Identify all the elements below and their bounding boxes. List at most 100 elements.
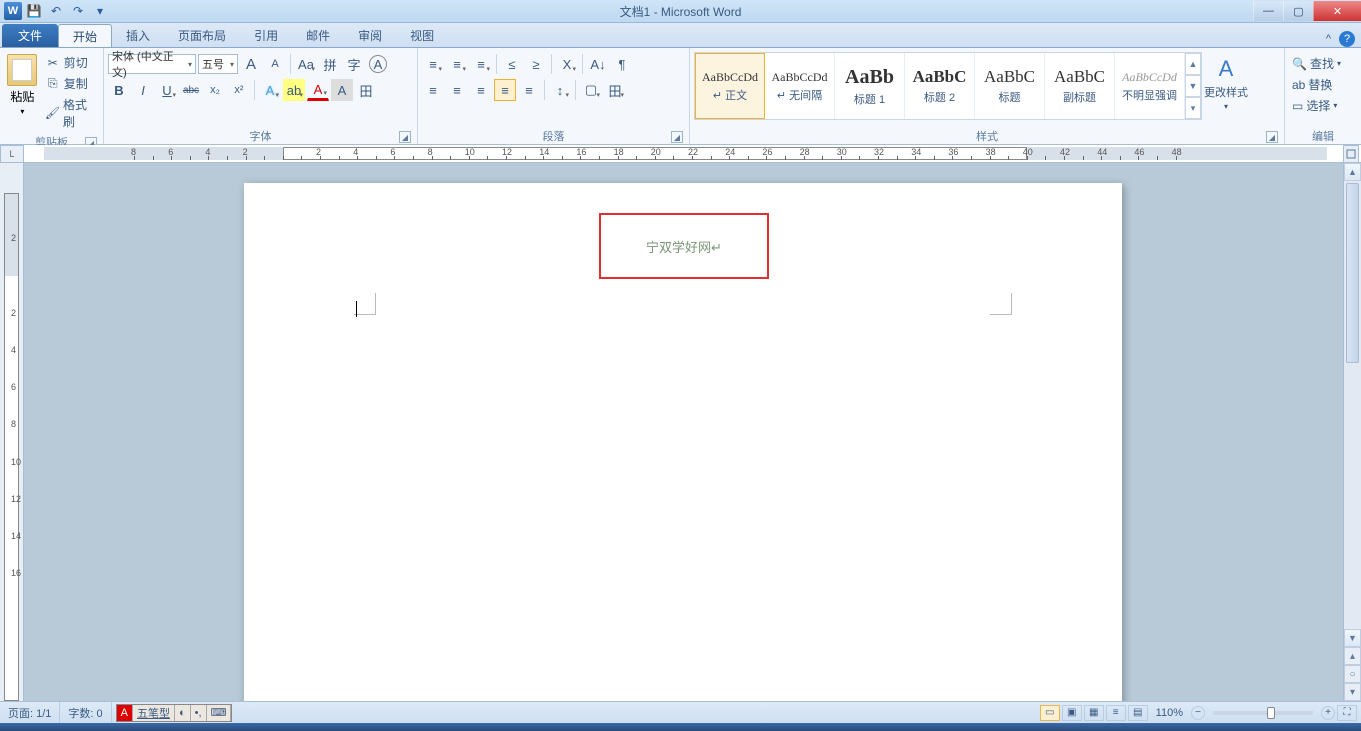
increase-indent-button[interactable]: ≥ <box>525 53 547 75</box>
view-full-screen[interactable]: ▣ <box>1062 705 1082 721</box>
paste-button[interactable]: 粘贴 ▾ <box>4 50 41 116</box>
styles-scroll-up[interactable]: ▲ <box>1185 53 1201 75</box>
find-button[interactable]: 🔍查找▾ <box>1289 54 1344 73</box>
ime-name[interactable]: 五笔型 <box>133 705 175 721</box>
show-marks-button[interactable]: ¶ <box>611 53 633 75</box>
style-title[interactable]: AaBbC标题 <box>975 53 1045 119</box>
close-button[interactable]: ✕ <box>1313 1 1361 21</box>
shading-button[interactable]: ▢▾ <box>580 79 602 101</box>
shrink-font-button[interactable]: A <box>264 53 286 75</box>
minimize-button[interactable]: — <box>1253 1 1283 21</box>
multilevel-list-button[interactable]: ≡▾ <box>470 53 492 75</box>
change-case-button[interactable]: Aa▾ <box>295 53 317 75</box>
zoom-fit-button[interactable]: ⛶ <box>1337 705 1357 721</box>
scroll-track[interactable] <box>1344 181 1361 629</box>
bold-button[interactable]: B <box>108 79 130 101</box>
tab-file[interactable]: 文件 <box>2 24 58 47</box>
grow-font-button[interactable]: A <box>240 53 262 75</box>
view-print-layout[interactable]: ▭ <box>1040 705 1060 721</box>
vertical-ruler[interactable]: 2246810121416 <box>0 163 24 701</box>
style-subtle-emphasis[interactable]: AaBbCcDd不明显强调 <box>1115 53 1185 119</box>
zoom-thumb[interactable] <box>1267 707 1275 719</box>
paragraph-dialog-launcher[interactable]: ◢ <box>671 131 683 143</box>
font-family-combo[interactable]: 宋体 (中文正文)▾ <box>108 54 196 74</box>
align-right-button[interactable]: ≡ <box>470 79 492 101</box>
sort-button[interactable]: A↓ <box>587 53 609 75</box>
qat-undo-button[interactable]: ↶ <box>46 2 66 20</box>
align-center-button[interactable]: ≡ <box>446 79 468 101</box>
phonetic-guide-button[interactable]: 拼 <box>319 53 341 75</box>
superscript-button[interactable]: x² <box>228 79 250 101</box>
styles-dialog-launcher[interactable]: ◢ <box>1266 131 1278 143</box>
text-effects-button[interactable]: A▾ <box>259 79 281 101</box>
change-styles-button[interactable]: A 更改样式 ▾ <box>1202 52 1250 115</box>
styles-scroll-down[interactable]: ▼ <box>1185 75 1201 97</box>
align-distributed-button[interactable]: ≡ <box>518 79 540 101</box>
align-justify-button[interactable]: ≡ <box>494 79 516 101</box>
copy-button[interactable]: ⎘复制 <box>43 74 97 93</box>
underline-button[interactable]: U▾ <box>156 79 178 101</box>
font-size-combo[interactable]: 五号▾ <box>198 54 238 74</box>
ribbon-minimize-button[interactable]: ^ <box>1326 33 1331 45</box>
format-painter-button[interactable]: 🖌格式刷 <box>43 95 97 131</box>
styles-expand[interactable]: ▾ <box>1185 97 1201 119</box>
ime-shape[interactable]: ◐ <box>175 705 191 721</box>
char-shading-button[interactable]: A <box>331 79 353 101</box>
ime-icon[interactable]: A <box>117 705 133 721</box>
style-subtitle[interactable]: AaBbC副标题 <box>1045 53 1115 119</box>
decrease-indent-button[interactable]: ≤ <box>501 53 523 75</box>
zoom-out-button[interactable]: − <box>1191 706 1205 720</box>
subscript-button[interactable]: x₂ <box>204 79 226 101</box>
italic-button[interactable]: I <box>132 79 154 101</box>
qat-redo-button[interactable]: ↷ <box>68 2 88 20</box>
borders-button[interactable]: 田▾ <box>604 79 626 101</box>
style-heading1[interactable]: AaBb标题 1 <box>835 53 905 119</box>
tab-view[interactable]: 视图 <box>396 24 448 47</box>
ruler-toggle-button[interactable] <box>1343 145 1359 163</box>
ime-softkb[interactable]: ⌨ <box>207 705 232 721</box>
browse-object-button[interactable]: ○ <box>1344 665 1361 683</box>
page[interactable]: 宁双学好网↵ <box>244 183 1122 701</box>
view-web-layout[interactable]: ▦ <box>1084 705 1104 721</box>
style-normal[interactable]: AaBbCcDd↵ 正文 <box>695 53 765 119</box>
horizontal-ruler[interactable]: 8642246810121416182022242628303234363840… <box>24 145 1361 163</box>
numbering-button[interactable]: ≡▾ <box>446 53 468 75</box>
scroll-down-button[interactable]: ▼ <box>1344 629 1361 647</box>
cut-button[interactable]: ✂剪切 <box>43 53 97 72</box>
qat-save-button[interactable]: 💾 <box>24 2 44 20</box>
maximize-button[interactable]: ▢ <box>1283 1 1313 21</box>
tab-references[interactable]: 引用 <box>240 24 292 47</box>
view-outline[interactable]: ≡ <box>1106 705 1126 721</box>
tab-selector[interactable]: L <box>0 145 24 163</box>
scroll-up-button[interactable]: ▲ <box>1344 163 1361 181</box>
help-button[interactable]: ? <box>1339 31 1355 47</box>
scroll-thumb[interactable] <box>1346 183 1359 363</box>
page-indicator[interactable]: 页面: 1/1 <box>0 702 60 723</box>
enclose-char-button[interactable]: A <box>369 55 387 73</box>
align-left-button[interactable]: ≡ <box>422 79 444 101</box>
style-no-spacing[interactable]: AaBbCcDd↵ 无间隔 <box>765 53 835 119</box>
prev-page-button[interactable]: ▴ <box>1344 647 1361 665</box>
word-count[interactable]: 字数: 0 <box>60 702 111 723</box>
qat-customize-button[interactable]: ▾ <box>90 2 110 20</box>
zoom-level[interactable]: 110% <box>1156 707 1183 719</box>
tab-review[interactable]: 审阅 <box>344 24 396 47</box>
next-page-button[interactable]: ▾ <box>1344 683 1361 701</box>
bullets-button[interactable]: ≡▾ <box>422 53 444 75</box>
tab-insert[interactable]: 插入 <box>112 24 164 47</box>
replace-button[interactable]: ab替换 <box>1289 75 1335 94</box>
zoom-slider[interactable] <box>1213 711 1313 715</box>
select-button[interactable]: ▭选择▾ <box>1289 96 1340 115</box>
tab-home[interactable]: 开始 <box>58 24 112 47</box>
asian-layout-button[interactable]: X▾ <box>556 53 578 75</box>
zoom-in-button[interactable]: + <box>1321 706 1335 720</box>
tab-page-layout[interactable]: 页面布局 <box>164 24 240 47</box>
style-heading2[interactable]: AaBbC标题 2 <box>905 53 975 119</box>
ime-punct[interactable]: •, <box>191 705 207 721</box>
font-color-button[interactable]: A▾ <box>307 79 329 101</box>
document-viewport[interactable]: 宁双学好网↵ <box>24 163 1343 701</box>
tab-mailings[interactable]: 邮件 <box>292 24 344 47</box>
app-icon[interactable]: W <box>4 2 22 20</box>
line-spacing-button[interactable]: ↕▾ <box>549 79 571 101</box>
font-dialog-launcher[interactable]: ◢ <box>399 131 411 143</box>
